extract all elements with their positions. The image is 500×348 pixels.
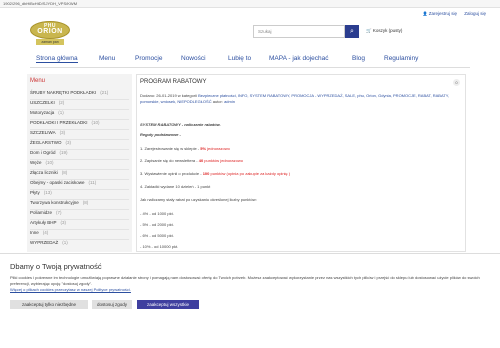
nav-promocje[interactable]: Promocje xyxy=(135,55,162,62)
nav-divider xyxy=(30,67,470,68)
sidebar-item-count: (3) xyxy=(60,220,67,225)
sidebar-item-count: (13) xyxy=(43,190,52,195)
sidebar-item-count: (10) xyxy=(45,160,54,165)
sidebar-item-count: (11) xyxy=(88,180,97,185)
sidebar-item[interactable]: Artykuły BHP (3) xyxy=(27,220,132,229)
sidebar-item-label: Tworzywa konstrukcyjne xyxy=(30,200,79,205)
rule-3: 3. Wystawienie opinii o produkcie - 100 … xyxy=(140,171,291,176)
article: PROGRAM RABATOWY 0 Dodano: 26-01-2019 w … xyxy=(136,74,466,252)
sidebar-item-label: Złącza liczniki xyxy=(30,170,58,175)
rules-heading: Reguły podstawowe - xyxy=(140,132,181,137)
sidebar-item-label: PODKŁADKI I PRZEKŁADKI xyxy=(30,120,88,125)
sidebar-item[interactable]: Poliamidze (7) xyxy=(27,210,132,219)
nav-nowosci[interactable]: Nowości xyxy=(181,55,206,62)
cookie-text: Pliki cookies i pokrewne im technologie … xyxy=(10,275,480,286)
sidebar-item[interactable]: Płyty (13) xyxy=(27,190,132,199)
sidebar-item-label: USZCZELKI xyxy=(30,100,55,105)
sidebar-item-count: (21) xyxy=(100,90,109,95)
nav-mapa[interactable]: MAPA - jak dojechać xyxy=(269,55,329,62)
sidebar-item[interactable]: Węże (10) xyxy=(27,160,132,169)
sidebar-item[interactable]: ŚRUBY NAKRĘTKI PODKŁADKI (21) xyxy=(27,90,132,99)
sidebar-title: Menu xyxy=(30,78,46,84)
sidebar-item-label: SZCZELIWA xyxy=(30,130,56,135)
threshold-4: - 10% - od 10000 pkt. xyxy=(140,244,179,249)
sidebar-item[interactable]: ŻEGLARSTWO (3) xyxy=(27,140,132,149)
sidebar-item-label: Inne xyxy=(30,230,39,235)
comment-count-badge[interactable]: 0 xyxy=(453,79,460,86)
accept-all-button[interactable]: zaakceptuj wszystkie xyxy=(137,300,199,309)
address-bar[interactable]: 1902/296_dbHiBcHtD/SJYDH_VPS/KWM xyxy=(0,0,500,8)
site-logo[interactable]: PHU ORION zaman pan xyxy=(30,21,70,46)
sidebar-item[interactable]: PODKŁADKI I PRZEKŁADKI (10) xyxy=(27,120,132,129)
cookie-banner: Dbamy o Twoją prywatność Pliki cookies i… xyxy=(0,253,500,348)
sidebar-item-label: Poliamidze xyxy=(30,210,53,215)
article-meta: Dodano: 26-01-2019 w kategorii Bezpieczn… xyxy=(140,93,460,104)
sidebar-item[interactable]: USZCZELKI (2) xyxy=(27,100,132,109)
nav-lubie-to[interactable]: Lubię to xyxy=(228,55,251,62)
sidebar-item[interactable]: Inne (4) xyxy=(27,230,132,239)
sidebar-item[interactable]: Tworzywa konstrukcyjne (8) xyxy=(27,200,132,209)
sidebar-item-label: ŻEGLARSTWO xyxy=(30,140,62,145)
cart[interactable]: 🛒 Koszyk (pusty) xyxy=(366,28,402,34)
sidebar-item-count: (7) xyxy=(56,210,62,215)
logo-line2: ORION xyxy=(37,28,63,35)
main-nav: Strona główna Menu Promocje Nowości Lubi… xyxy=(0,53,500,65)
sidebar-item-count: (1) xyxy=(58,110,64,115)
meta-author[interactable]: admin xyxy=(224,99,235,104)
article-title: PROGRAM RABATOWY xyxy=(140,79,207,85)
sidebar-item-count: (3) xyxy=(59,130,66,135)
sidebar-item-count: (10) xyxy=(91,120,100,125)
account-links: Zarejestruj się Zaloguj się xyxy=(417,11,486,16)
sidebar-item-count: (3) xyxy=(65,140,72,145)
sidebar: Menu ŚRUBY NAKRĘTKI PODKŁADKI (21) USZCZEL… xyxy=(27,74,132,252)
sidebar-item-label: Dom i Ogród xyxy=(30,150,56,155)
sidebar-item-count: (1) xyxy=(62,240,68,245)
sidebar-item[interactable]: Dom i Ogród (19) xyxy=(27,150,132,159)
sidebar-item-count: (4) xyxy=(42,230,49,235)
sidebar-item[interactable]: WYPRZEDAŻ (1) xyxy=(27,240,132,249)
sidebar-item-label: Płyty xyxy=(30,190,40,195)
logo-tagline: zaman pan xyxy=(36,39,64,45)
sidebar-item-count: (2) xyxy=(58,100,65,105)
sidebar-item-label: ŚRUBY NAKRĘTKI PODKŁADKI xyxy=(30,90,97,95)
search-button[interactable]: ⌕ xyxy=(345,25,359,38)
accept-necessary-button[interactable]: zaakceptuj tylko niezbędne xyxy=(10,300,88,309)
register-link[interactable]: Zarejestruj się xyxy=(423,11,457,16)
threshold-3: - 6% - od 5000 pkt. xyxy=(140,233,174,238)
sidebar-item-label: Obejmy - opaski zaciskowe xyxy=(30,180,85,185)
threshold-intro: Jak naliczamy stały rabat po uzyskaniu o… xyxy=(140,197,257,202)
threshold-2: - 5% - od 2000 pkt. xyxy=(140,222,174,227)
nav-menu[interactable]: Menu xyxy=(99,55,115,62)
nav-home[interactable]: Strona główna xyxy=(36,55,78,63)
sidebar-item[interactable]: Motoryzacja (1) xyxy=(27,110,132,119)
threshold-1: - 4% - od 1000 pkt. xyxy=(140,211,174,216)
sidebar-item-label: WYPRZEDAŻ xyxy=(30,240,59,245)
privacy-policy-link[interactable]: Więcej o plikach cookies przeczytasz w n… xyxy=(10,287,131,292)
customize-consent-button[interactable]: dostosuj zgody xyxy=(92,300,132,309)
sidebar-item[interactable]: Złącza liczniki (8) xyxy=(27,170,132,179)
sidebar-item[interactable]: Obejmy - opaski zaciskowe (11) xyxy=(27,180,132,189)
cookie-title: Dbamy o Twoją prywatność xyxy=(10,262,102,271)
login-link[interactable]: Zaloguj się xyxy=(464,11,486,16)
rule-4: 4. Zakładki wydane 10 dzieleń - 1 punkt xyxy=(140,184,211,189)
search-input[interactable]: Szukaj xyxy=(253,25,345,38)
nav-regulaminy[interactable]: Regulaminy xyxy=(384,55,418,62)
search-icon: ⌕ xyxy=(350,28,354,35)
rule-2: 2. Zapisanie się do newslettera - 40 pun… xyxy=(140,158,243,163)
sidebar-item[interactable]: SZCZELIWA (3) xyxy=(27,130,132,139)
meta-author-label: autor: xyxy=(212,98,223,104)
sidebar-item-count: (8) xyxy=(82,200,89,205)
sidebar-item-label: Węże xyxy=(30,160,42,165)
sidebar-item-label: Artykuły BHP xyxy=(30,220,57,225)
system-heading: SYSTEM RABATOWY - naliczanie rabatów. xyxy=(140,122,221,127)
nav-blog[interactable]: Blog xyxy=(352,55,365,62)
rule-1: 1. Zarejestrowanie się w sklepie - 5% je… xyxy=(140,146,230,151)
sidebar-item-count: (19) xyxy=(59,150,68,155)
sidebar-item-count: (8) xyxy=(61,170,68,175)
cart-label: Koszyk (pusty) xyxy=(372,28,403,33)
meta-prefix: Dodano: 26-01-2019 w kategorii xyxy=(140,93,197,98)
sidebar-item-label: Motoryzacja xyxy=(30,110,55,115)
